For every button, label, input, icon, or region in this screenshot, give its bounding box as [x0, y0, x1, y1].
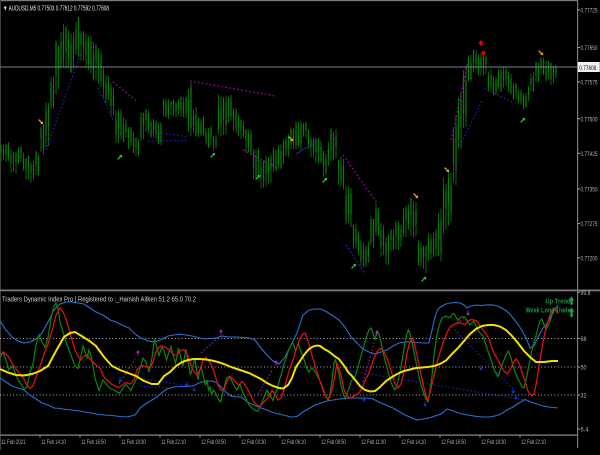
svg-text:0.77650: 0.77650 — [581, 45, 598, 52]
svg-text:12 Feb 11:30: 12 Feb 11:30 — [361, 439, 386, 446]
svg-text:0.77275: 0.77275 — [581, 221, 598, 228]
svg-text:12 Feb 19:30: 12 Feb 19:30 — [481, 439, 506, 446]
svg-text:0.77425: 0.77425 — [581, 151, 598, 158]
svg-text:0.77608: 0.77608 — [579, 65, 596, 72]
svg-text:12 Feb 00:50: 12 Feb 00:50 — [201, 439, 226, 446]
svg-text:11 Feb 16:50: 11 Feb 16:50 — [81, 439, 106, 446]
svg-text:0.77200: 0.77200 — [581, 255, 598, 262]
svg-text:▼ AUDUSD,M5 0.77503 0.77612 0: ▼ AUDUSD,M5 0.77503 0.77612 0.77592 0.77… — [3, 5, 109, 12]
svg-text:50: 50 — [581, 365, 587, 372]
svg-text:0.77350: 0.77350 — [581, 187, 598, 194]
svg-text:Up Trend: Up Trend — [546, 297, 571, 306]
svg-text:0.77725: 0.77725 — [581, 8, 598, 15]
svg-text:0.77500: 0.77500 — [581, 116, 598, 123]
svg-text:12 Feb 16:50: 12 Feb 16:50 — [441, 439, 466, 446]
svg-text:Weak Long Trade: Weak Long Trade — [526, 306, 571, 315]
svg-text:12 Feb 06:10: 12 Feb 06:10 — [281, 439, 306, 446]
svg-text:11 Feb 19:30: 11 Feb 19:30 — [121, 439, 146, 446]
svg-text:12 Feb 22:10: 12 Feb 22:10 — [521, 439, 546, 446]
svg-text:11 Feb 14:10: 11 Feb 14:10 — [41, 439, 66, 446]
svg-text:32: 32 — [581, 393, 587, 400]
svg-text:Traders Dynamic Index Pro | Re: Traders Dynamic Index Pro | Registered t… — [2, 296, 196, 303]
svg-text:68: 68 — [581, 336, 587, 343]
svg-text:99.8: 99.8 — [581, 290, 591, 297]
svg-text:11 Feb 2021: 11 Feb 2021 — [1, 439, 26, 446]
svg-text:0.77575: 0.77575 — [581, 80, 598, 87]
svg-text:12 Feb 03:30: 12 Feb 03:30 — [241, 439, 266, 446]
svg-text:12 Feb 14:10: 12 Feb 14:10 — [401, 439, 426, 446]
svg-text:11 Feb 22:10: 11 Feb 22:10 — [161, 439, 186, 446]
svg-text:12 Feb 08:50: 12 Feb 08:50 — [321, 439, 346, 446]
svg-text:6.4: 6.4 — [581, 427, 589, 434]
